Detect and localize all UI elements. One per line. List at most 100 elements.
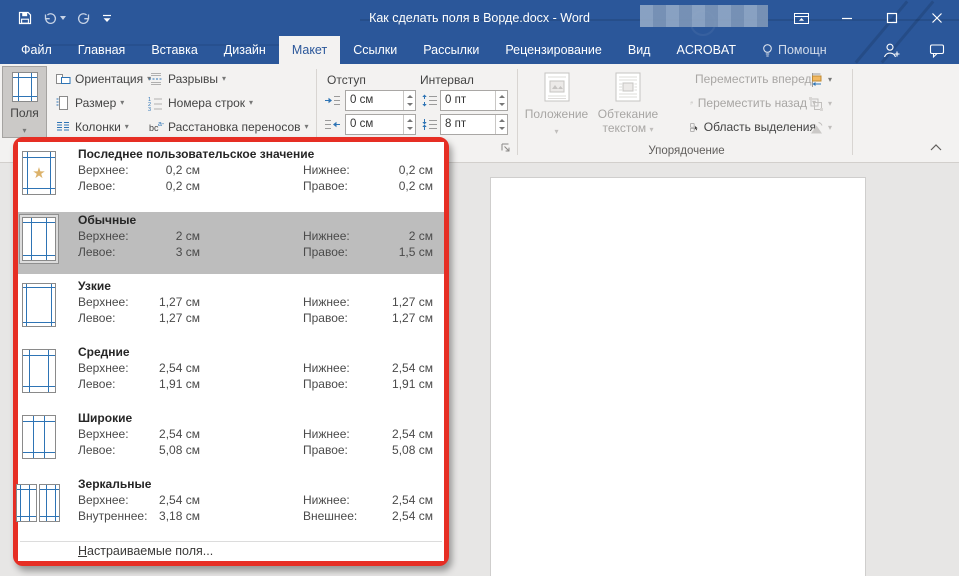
tab-acrobat[interactable]: ACROBAT bbox=[663, 36, 749, 64]
group-separator bbox=[517, 69, 518, 155]
align-button[interactable]: ▾ bbox=[808, 71, 832, 89]
margins-option-title: Широкие bbox=[78, 411, 133, 425]
tab-view[interactable]: Вид bbox=[615, 36, 664, 64]
tab-home[interactable]: Главная bbox=[65, 36, 139, 64]
margin-value: 5,08 см bbox=[159, 443, 200, 457]
indent-left-input[interactable]: 0 см bbox=[345, 90, 416, 111]
breaks-button[interactable]: Разрывы ▾ bbox=[148, 70, 226, 88]
spacing-after-input[interactable]: 8 пт bbox=[440, 114, 508, 135]
hyphenation-button[interactable]: bc a- Расстановка переносов ▾ bbox=[148, 118, 309, 136]
red-annotation-border: ★ Последнее пользовательское значение Ве… bbox=[13, 137, 449, 566]
spacing-after-spinner[interactable] bbox=[495, 115, 507, 134]
margins-option-wide[interactable]: Широкие Верхнее: 2,54 см Нижнее: 2,54 см… bbox=[18, 410, 444, 472]
margin-value: 2,54 см bbox=[392, 427, 433, 441]
page-size-icon bbox=[56, 96, 68, 110]
tab-file[interactable]: Файл bbox=[8, 36, 65, 64]
indent-right-input[interactable]: 0 см bbox=[345, 114, 416, 135]
tab-layout[interactable]: Макет bbox=[278, 36, 341, 64]
position-icon bbox=[544, 72, 569, 102]
document-page[interactable] bbox=[490, 177, 866, 576]
margins-option-mirrored[interactable]: Зеркальные Верхнее: 2,54 см Нижнее: 2,54… bbox=[16, 476, 444, 538]
word-window: Как сделать поля в Ворде.docx - Word Фай… bbox=[0, 0, 959, 576]
margin-value: 2 см bbox=[408, 229, 433, 243]
indent-left-value: 0 см bbox=[350, 94, 374, 106]
margin-value: 2 см bbox=[175, 229, 200, 243]
indent-right-spinner[interactable] bbox=[403, 115, 415, 134]
accelerator-letter: Н bbox=[78, 544, 88, 558]
orientation-button[interactable]: Ориентация ▾ bbox=[55, 70, 151, 88]
line-numbers-button[interactable]: 123 Номера строк ▾ bbox=[148, 94, 253, 112]
spacing-group-label: Интервал bbox=[420, 73, 474, 87]
margins-option-title: Зеркальные bbox=[78, 477, 152, 491]
margin-value: 2,54 см bbox=[392, 509, 433, 523]
group-separator bbox=[852, 69, 853, 155]
position-button[interactable]: Положение ▾ bbox=[521, 67, 592, 151]
minimize-button[interactable] bbox=[824, 0, 869, 36]
rotate-objects-button[interactable]: ▾ bbox=[808, 119, 832, 137]
margin-value: 1,27 см bbox=[159, 311, 200, 325]
margin-value: 1,91 см bbox=[392, 377, 433, 391]
chevron-down-icon: ▾ bbox=[120, 98, 125, 107]
group-objects-button[interactable]: ▾ bbox=[808, 95, 832, 113]
margins-option-normal-selected[interactable]: Обычные Верхнее: 2 см Нижнее: 2 см Левое… bbox=[18, 212, 444, 274]
tab-review[interactable]: Рецензирование bbox=[492, 36, 615, 64]
spacing-after-value: 8 пт bbox=[445, 118, 467, 130]
margin-value: 3 см bbox=[175, 245, 200, 259]
dialog-launcher-icon bbox=[501, 143, 510, 152]
indent-left-spinner[interactable] bbox=[403, 91, 415, 110]
indent-right-icon bbox=[324, 118, 341, 131]
margins-preset-icon: ★ bbox=[22, 151, 56, 195]
spacing-before-input[interactable]: 0 пт bbox=[440, 90, 508, 111]
selection-pane-button[interactable]: Область выделения bbox=[690, 118, 816, 136]
send-backward-icon bbox=[690, 101, 693, 105]
collapse-ribbon-button[interactable] bbox=[930, 144, 942, 151]
margins-button-icon bbox=[11, 72, 38, 102]
chevron-down-icon: ▾ bbox=[828, 99, 833, 108]
margins-preset-icon bbox=[22, 283, 56, 327]
ribbon-display-options-button[interactable] bbox=[779, 0, 824, 36]
chevron-down-icon: ▾ bbox=[221, 74, 226, 83]
wrap-text-label-line2: текстом ▾ bbox=[602, 121, 654, 135]
tab-design[interactable]: Дизайн bbox=[211, 36, 279, 64]
margins-option-moderate[interactable]: Средние Верхнее: 2,54 см Нижнее: 2,54 см… bbox=[18, 344, 444, 406]
size-button[interactable]: Размер ▾ bbox=[55, 94, 124, 112]
tab-mailings[interactable]: Рассылки bbox=[410, 36, 492, 64]
wrap-text-button[interactable]: Обтекание текстом ▾ bbox=[593, 67, 663, 151]
orientation-label: Ориентация bbox=[75, 72, 144, 86]
bring-forward-button[interactable]: Переместить вперед ▾ bbox=[690, 70, 821, 88]
margins-option-title: Средние bbox=[78, 345, 130, 359]
tell-me-box[interactable]: Помощн bbox=[749, 36, 840, 64]
bring-forward-label: Переместить вперед bbox=[695, 72, 812, 86]
position-label: Положение bbox=[524, 107, 589, 121]
lightbulb-icon bbox=[763, 43, 772, 57]
margins-preset-icon bbox=[16, 484, 60, 522]
margins-button[interactable]: Поля ▾ bbox=[2, 66, 47, 138]
chevron-down-icon: ▾ bbox=[22, 126, 27, 135]
margins-option-last-custom[interactable]: ★ Последнее пользовательское значение Ве… bbox=[18, 146, 444, 208]
menu-divider bbox=[20, 541, 442, 542]
margin-value: 1,27 см bbox=[159, 295, 200, 309]
margins-option-title: Узкие bbox=[78, 279, 111, 293]
sign-in-button[interactable] bbox=[882, 42, 901, 59]
comments-button[interactable] bbox=[929, 43, 945, 58]
margin-value: 2,54 см bbox=[392, 361, 433, 375]
hyphenation-icon: bc a- bbox=[149, 121, 164, 133]
custom-margins-label: астраиваемые поля... bbox=[87, 544, 214, 558]
line-numbers-icon: 123 bbox=[148, 97, 162, 111]
margins-preset-icon bbox=[22, 415, 56, 459]
indent-right-value: 0 см bbox=[350, 118, 374, 130]
tab-insert[interactable]: Вставка bbox=[138, 36, 210, 64]
chevron-up-icon bbox=[930, 144, 942, 151]
close-button[interactable] bbox=[914, 0, 959, 36]
send-backward-button[interactable]: Переместить назад ▾ bbox=[690, 94, 816, 112]
maximize-button[interactable] bbox=[869, 0, 914, 36]
custom-margins-menu-item[interactable]: Настраиваемые поля... bbox=[78, 544, 213, 558]
margin-value: 0,2 см bbox=[398, 179, 433, 193]
svg-text:a-: a- bbox=[158, 121, 164, 128]
tab-references[interactable]: Ссылки bbox=[340, 36, 410, 64]
margins-option-narrow[interactable]: Узкие Верхнее: 1,27 см Нижнее: 1,27 см Л… bbox=[18, 278, 444, 340]
columns-button[interactable]: Колонки ▾ bbox=[55, 118, 129, 136]
hyphenation-label: Расстановка переносов bbox=[168, 120, 301, 134]
paragraph-dialog-launcher[interactable] bbox=[500, 142, 511, 153]
spacing-before-spinner[interactable] bbox=[495, 91, 507, 110]
